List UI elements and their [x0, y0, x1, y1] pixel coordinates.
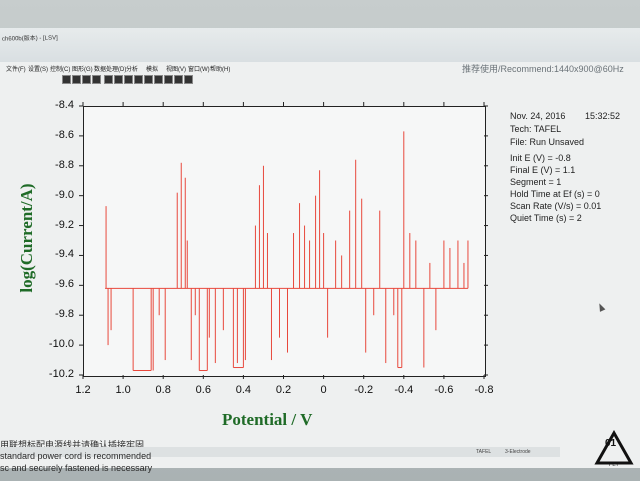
x-tick-label: 0 — [320, 384, 327, 396]
x-tick-label: 0.2 — [275, 384, 292, 396]
menu-view[interactable]: 视图(V) — [166, 64, 186, 73]
run-icon[interactable] — [62, 75, 71, 84]
menu-graphics[interactable]: 图形(G) — [72, 64, 93, 73]
window-title: ch600b(版本) - [LSV] — [1, 35, 58, 43]
x-tick-label: -0.6 — [434, 384, 454, 396]
info-param: Scan Rate (V/s) = 0.01 — [510, 201, 602, 211]
tafel-plot — [79, 102, 488, 379]
info-param: Quiet Time (s) = 2 — [510, 213, 582, 223]
smooth-icon[interactable] — [144, 75, 153, 84]
menu-data-process[interactable]: 数据处理(D) — [94, 64, 126, 73]
info-param: Final E (V) = 1.1 — [510, 165, 576, 175]
add-icon[interactable] — [124, 75, 133, 84]
menu-simulation[interactable]: 模拟 — [146, 64, 158, 73]
title-bar — [0, 28, 640, 62]
info-time: 15:32:52 — [585, 111, 621, 121]
info-param: Segment = 1 — [510, 177, 562, 187]
info-param: Hold Time at Ef (s) = 0 — [510, 189, 600, 199]
y-axis-title: log(Current/A) — [17, 183, 36, 293]
y-tick-label: -10.0 — [48, 338, 74, 351]
recycle-label: PET — [609, 462, 619, 468]
y-tick-label: -10.2 — [48, 368, 74, 380]
x-tick-label: 0.6 — [195, 384, 211, 396]
reverse-icon[interactable] — [92, 75, 101, 84]
menu-setup[interactable]: 设置(S) — [28, 64, 48, 73]
info-icon[interactable] — [174, 75, 183, 84]
zoom-icon[interactable] — [104, 75, 113, 84]
x-tick-label: -0.4 — [394, 384, 414, 396]
x-tick-label: 0.8 — [155, 384, 171, 396]
status-electrode: 3-Electrode — [505, 449, 531, 455]
y-tick-label: -8.6 — [55, 128, 74, 141]
info-date: Nov. 24, 2016 — [510, 111, 566, 121]
pause-icon[interactable] — [72, 75, 81, 84]
x-tick-label: 1.0 — [115, 384, 131, 396]
x-tick-label: 1.2 — [75, 384, 91, 396]
menu-help[interactable]: 帮助(H) — [210, 64, 230, 73]
y-tick-label: -8.4 — [55, 99, 74, 111]
settings-icon[interactable] — [184, 75, 193, 84]
y-tick-label: -9.8 — [55, 308, 74, 321]
menu-bar: 文件(F) 设置(S) 控制(C) 图形(G) 数据处理(D) 分析 模拟 视图… — [0, 64, 640, 75]
status-tech: TAFEL — [476, 449, 492, 455]
x-tick-label: -0.8 — [474, 384, 494, 396]
toolbar — [0, 75, 640, 87]
print-icon[interactable] — [154, 75, 163, 84]
graph-icon[interactable] — [134, 75, 143, 84]
x-axis-title: Potential / V — [222, 410, 313, 429]
overlay-icon[interactable] — [114, 75, 123, 84]
info-param: Init E (V) = -0.8 — [510, 153, 571, 163]
menu-file[interactable]: 文件(F) — [6, 64, 26, 73]
menu-window[interactable]: 窗口(W) — [188, 64, 210, 73]
copy-icon[interactable] — [164, 75, 173, 84]
info-file: File: Run Unsaved — [510, 137, 585, 147]
stop-icon[interactable] — [82, 75, 91, 84]
x-tick-label: -0.2 — [354, 384, 374, 396]
menu-analysis[interactable]: 分析 — [126, 64, 138, 73]
notice-line-2: standard power cord is recommended — [0, 451, 152, 461]
recycle-number: 01 — [605, 438, 617, 449]
info-tech: Tech: TAFEL — [510, 124, 562, 134]
notice-line-3: sc and securely fastened is necessary — [0, 463, 153, 473]
x-tick-label: 0.4 — [235, 384, 252, 396]
y-tick-label: -8.8 — [55, 158, 74, 171]
menu-control[interactable]: 控制(C) — [50, 64, 70, 73]
